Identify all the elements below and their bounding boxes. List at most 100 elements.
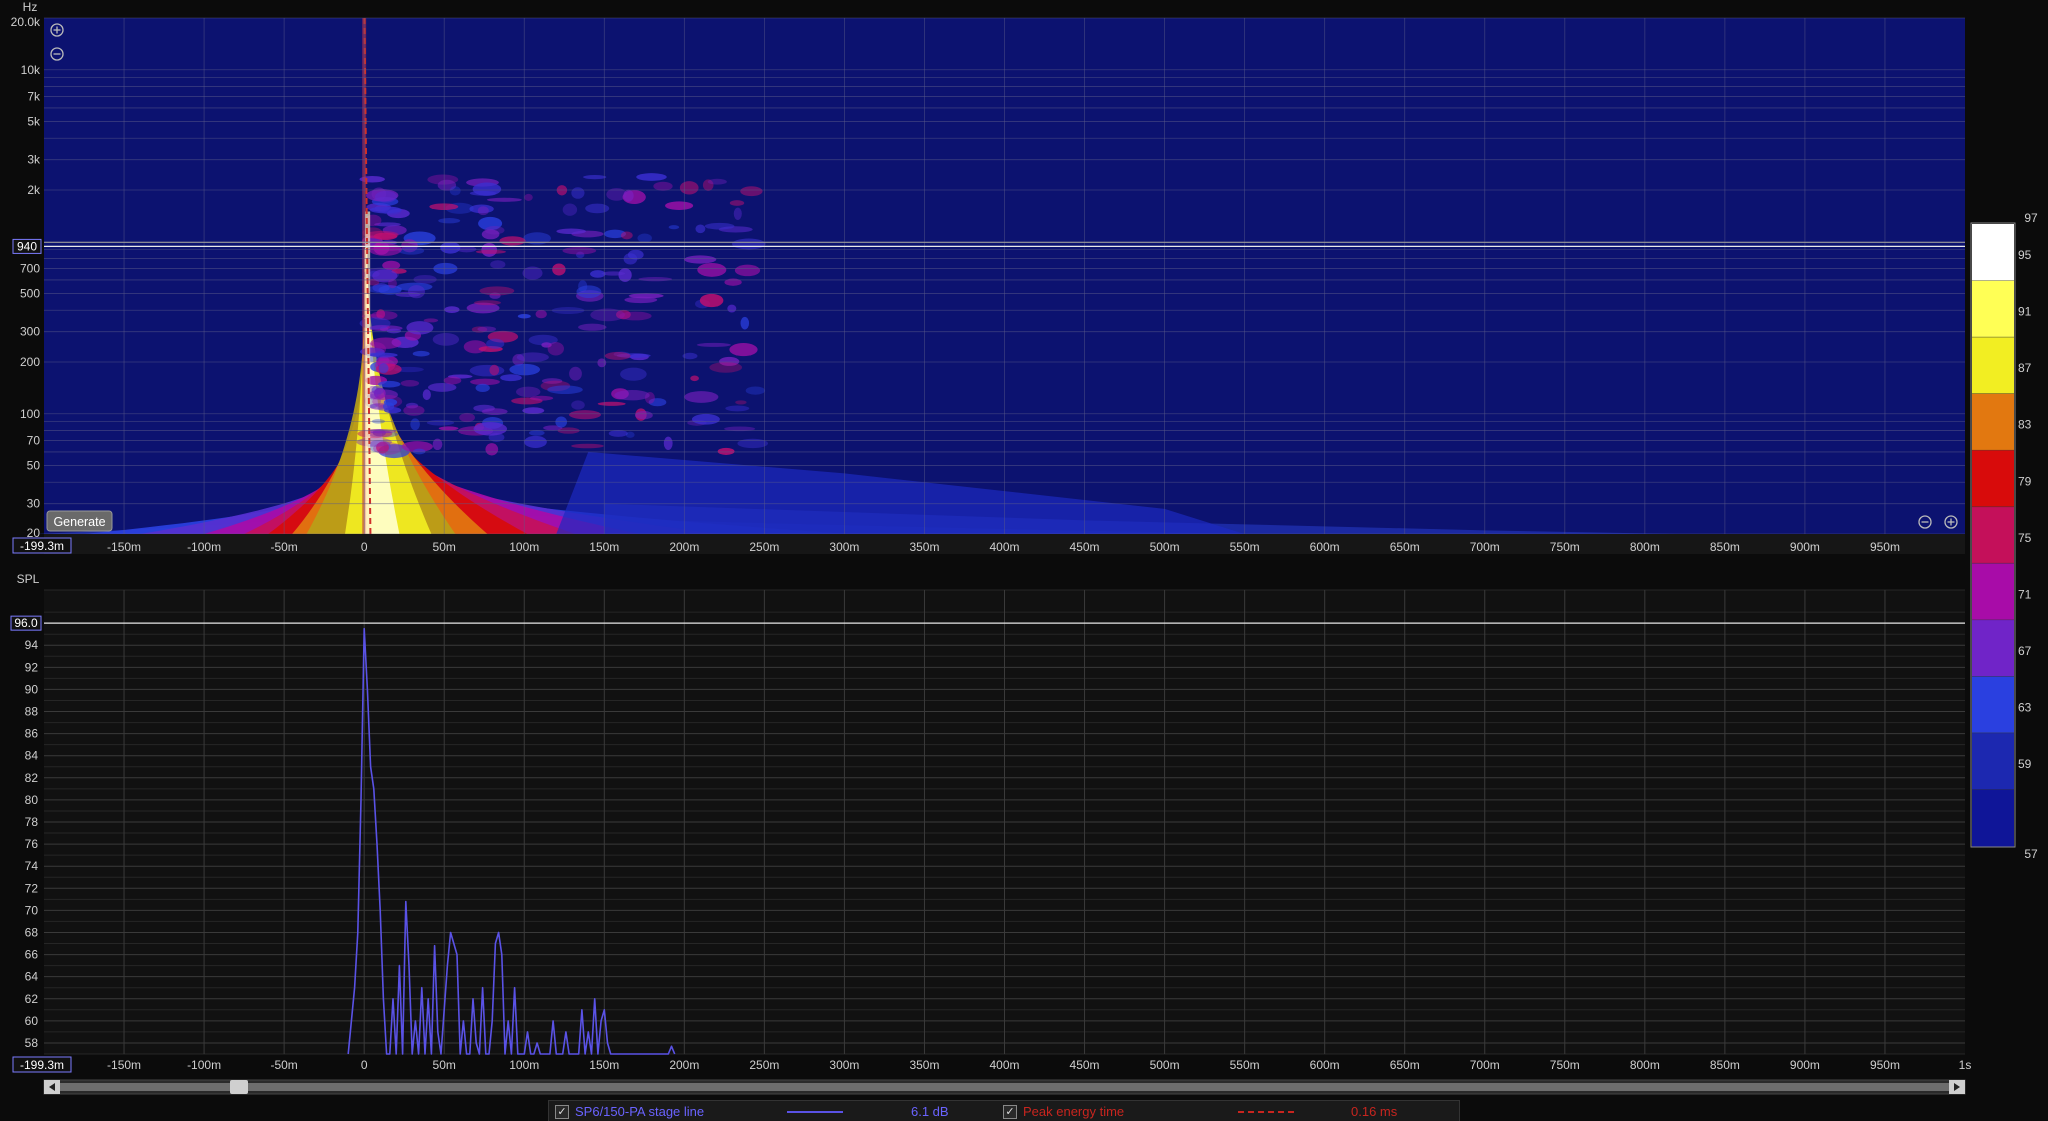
colour-scale-tick-label: 59 (2018, 757, 2032, 771)
colour-scale-band (1972, 789, 2014, 847)
spectro-y-tick-label: 10k (21, 63, 41, 77)
spl-y-tick-label: 76 (25, 837, 39, 851)
spl-y-tick-label: 86 (25, 727, 39, 741)
spl-x-end-label: 1s (1959, 1058, 1972, 1072)
spl-y-tick-label: 92 (25, 660, 39, 674)
spl-y-tick-label: 58 (25, 1036, 39, 1050)
legend-bar: ✓ SP6/150-PA stage line 6.1 dB ✓ Peak en… (548, 1100, 1460, 1121)
spectro-y-tick-label: 20.0k (11, 15, 41, 29)
spl-x-tick-label: 0 (361, 1058, 368, 1072)
spectro-x-tick-label: 50m (433, 540, 456, 554)
spectro-x-tick-label: 300m (829, 540, 859, 554)
colour-scale-top-label: 97 (2024, 211, 2038, 225)
spl-y-tick-label: 88 (25, 705, 39, 719)
colour-scale-band (1972, 393, 2014, 451)
spl-x-tick-label: 350m (909, 1058, 939, 1072)
peak-visible-checkbox[interactable]: ✓ (1003, 1104, 1017, 1119)
spl-time-cursor-readout: -199.3m (12, 1056, 72, 1073)
svg-text:-199.3m: -199.3m (20, 1058, 64, 1072)
spl-y-tick-label: 78 (25, 815, 39, 829)
spl-x-tick-label: 600m (1310, 1058, 1340, 1072)
legend-peak-line-sample (1238, 1111, 1294, 1113)
scroll-right-arrow-icon[interactable] (1949, 1080, 1965, 1094)
spectro-x-tick-label: 950m (1870, 540, 1900, 554)
spectro-x-axis: -150m -100m -50m 0 50m 100m 150m 200m 250m 300m 35… (44, 534, 1965, 554)
colour-scale-tick-label: 87 (2018, 361, 2032, 375)
colour-scale-bottom-label: 57 (2024, 847, 2038, 861)
spectro-time-cursor-readout: -199.3m (12, 537, 72, 554)
spl-x-tick-label: 200m (669, 1058, 699, 1072)
colour-scale-tick-label: 83 (2018, 418, 2032, 432)
colour-scale-band (1972, 224, 2014, 282)
scrollbar-track (60, 1083, 1950, 1091)
colour-scale-tick-label: 91 (2018, 305, 2032, 319)
frequency-cursor-readout: 940 (12, 238, 42, 254)
spectro-y-tick-label: 200 (20, 355, 40, 369)
spectro-y-tick-label: 7k (27, 89, 41, 103)
spectro-x-tick-label: 550m (1230, 540, 1260, 554)
spl-x-tick-label: 400m (989, 1058, 1019, 1072)
spl-x-tick-label: -50m (270, 1058, 297, 1072)
spl-y-tick-label: 66 (25, 948, 39, 962)
spectro-y-tick-label: 30 (27, 497, 41, 511)
spectro-x-tick-label: 450m (1070, 540, 1100, 554)
legend-peak-energy[interactable]: ✓ Peak energy time (1003, 1104, 1124, 1119)
spectro-y-tick-label: 500 (20, 287, 40, 301)
spectro-x-tick-label: 900m (1790, 540, 1820, 554)
spl-x-tick-label: 950m (1870, 1058, 1900, 1072)
legend-peak-name: Peak energy time (1023, 1104, 1125, 1119)
spl-x-tick-label: 300m (829, 1058, 859, 1072)
spl-x-tick-label: 900m (1790, 1058, 1820, 1072)
spl-y-tick-label: 84 (25, 749, 39, 763)
spectro-x-tick-label: 150m (589, 540, 619, 554)
spl-y-tick-label: 70 (25, 903, 39, 917)
spectro-unit-label: Hz (23, 0, 38, 14)
series-visible-checkbox[interactable]: ✓ (555, 1104, 569, 1119)
legend-series-line-sample (787, 1111, 843, 1113)
spl-x-tick-label: 100m (509, 1058, 539, 1072)
colour-scale-band (1972, 563, 2014, 621)
spectrogram-plot[interactable]: 20.0k10k7k5k3k2k70050030020010070503020 (11, 15, 1965, 540)
colour-scale-band (1972, 506, 2014, 564)
colour-scale-tick-label: 75 (2018, 531, 2032, 545)
rew-spectrogram-window: Hz 20.0k 10k 7k 5k 3k 2k 700 500 300 200 100 70 50 30… (0, 0, 2048, 1121)
generate-button[interactable]: Generate (46, 510, 113, 532)
spl-x-tick-label: 450m (1070, 1058, 1100, 1072)
spl-y-tick-label: 64 (25, 970, 39, 984)
colour-scale-tick-label: 79 (2018, 474, 2032, 488)
svg-text:96.0: 96.0 (14, 616, 38, 630)
spl-y-tick-label: 80 (25, 793, 39, 807)
scroll-left-arrow-icon[interactable] (44, 1080, 60, 1094)
svg-text:940: 940 (17, 239, 37, 253)
spectro-x-tick-label: -100m (187, 540, 221, 554)
spectro-y-tick-label: 300 (20, 325, 40, 339)
spectro-x-tick-label: -150m (107, 540, 141, 554)
spl-x-tick-label: 800m (1630, 1058, 1660, 1072)
spl-y-tick-label: 62 (25, 992, 39, 1006)
spl-y-tick-label: 60 (25, 1014, 39, 1028)
legend-series-spl[interactable]: ✓ SP6/150-PA stage line (555, 1104, 704, 1119)
spl-y-tick-label: 74 (25, 859, 39, 873)
spl-y-tick-label: 90 (25, 682, 39, 696)
colour-scale-tick-label: 71 (2018, 587, 2032, 601)
colour-scale-bar: 97 95 91 87 83 79 75 71 67 63 59 57 (1970, 211, 2038, 861)
spectro-x-tick-label: 350m (909, 540, 939, 554)
spl-axis-label: SPL (17, 572, 40, 586)
spl-x-tick-label: 250m (749, 1058, 779, 1072)
scrollbar-thumb[interactable] (230, 1080, 248, 1094)
spectro-x-tick-label: 500m (1150, 540, 1180, 554)
colour-scale-band (1972, 676, 2014, 734)
spl-y-tick-label: 94 (25, 638, 39, 652)
spl-cursor-readout: 96.0 (10, 615, 42, 631)
spectro-x-tick-label: 750m (1550, 540, 1580, 554)
time-scrollbar[interactable] (43, 1079, 1966, 1095)
colour-scale-band (1972, 337, 2014, 395)
spl-x-tick-label: 50m (433, 1058, 456, 1072)
legend-peak-value: 0.16 ms (1351, 1104, 1398, 1119)
spl-x-tick-label: 750m (1550, 1058, 1580, 1072)
spectro-y-tick-label: 5k (27, 115, 41, 129)
spectro-x-tick-label: 600m (1310, 540, 1340, 554)
spectro-y-tick-label: 3k (27, 153, 41, 167)
spl-x-tick-label: -100m (187, 1058, 221, 1072)
spl-plot[interactable]: 58 60 62 64 66 68 70 72 74 76 78 80 82 84 86 88 90 92 94 (25, 589, 1965, 1055)
